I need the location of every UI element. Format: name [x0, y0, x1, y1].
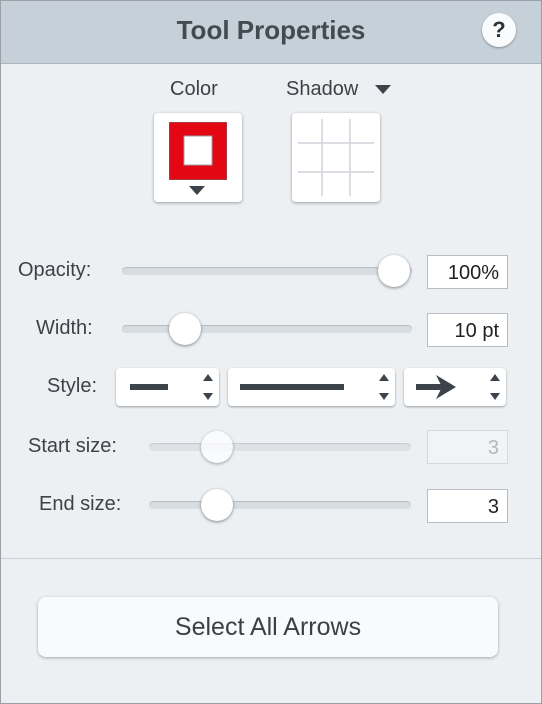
end-size-field[interactable]: 3 — [427, 489, 508, 523]
color-well-button[interactable] — [154, 113, 242, 202]
shadow-dropdown-caret-icon[interactable] — [375, 85, 391, 94]
line-style-popup[interactable] — [116, 368, 219, 406]
select-all-arrows-button[interactable]: Select All Arrows — [38, 597, 498, 657]
width-label: Width: — [36, 317, 93, 339]
opacity-slider-track[interactable] — [122, 267, 412, 275]
tool-properties-panel: Tool Properties ? Color Shadow Opacity: … — [0, 0, 542, 704]
panel-title: Tool Properties — [176, 15, 366, 45]
panel-header: Tool Properties ? — [1, 1, 541, 64]
start-size-slider-track — [149, 443, 411, 451]
start-size-field: 3 — [427, 430, 508, 464]
width-slider-track[interactable] — [122, 325, 412, 333]
color-dropdown-caret-icon — [189, 186, 205, 195]
section-divider — [1, 558, 541, 559]
arrow-right-icon — [416, 375, 456, 399]
start-size-label: Start size: — [28, 435, 117, 457]
thick-line-icon — [130, 384, 168, 390]
color-label: Color — [170, 78, 218, 100]
line-style-stepper-icon — [203, 374, 213, 400]
solid-line-icon — [240, 384, 344, 390]
shadow-label[interactable]: Shadow — [286, 78, 358, 101]
style-label: Style: — [47, 375, 98, 397]
line-type-popup[interactable] — [228, 368, 395, 406]
arrow-end-popup[interactable] — [404, 368, 506, 406]
opacity-slider-thumb[interactable] — [378, 255, 410, 287]
shadow-grid-icon — [298, 119, 374, 196]
end-size-label: End size: — [39, 493, 122, 515]
opacity-field[interactable]: 100% — [427, 255, 508, 289]
shadow-well-button[interactable] — [292, 113, 380, 202]
end-size-slider-thumb[interactable] — [201, 489, 233, 521]
border-color-swatch — [169, 122, 227, 180]
opacity-label: Opacity: — [18, 259, 92, 281]
width-field[interactable]: 10 pt — [427, 313, 508, 347]
line-type-stepper-icon — [379, 374, 389, 400]
width-slider-thumb[interactable] — [169, 313, 201, 345]
end-size-slider-track[interactable] — [149, 501, 411, 509]
help-button[interactable]: ? — [482, 13, 516, 47]
start-size-slider-thumb — [201, 431, 233, 463]
arrow-end-stepper-icon — [490, 374, 500, 400]
